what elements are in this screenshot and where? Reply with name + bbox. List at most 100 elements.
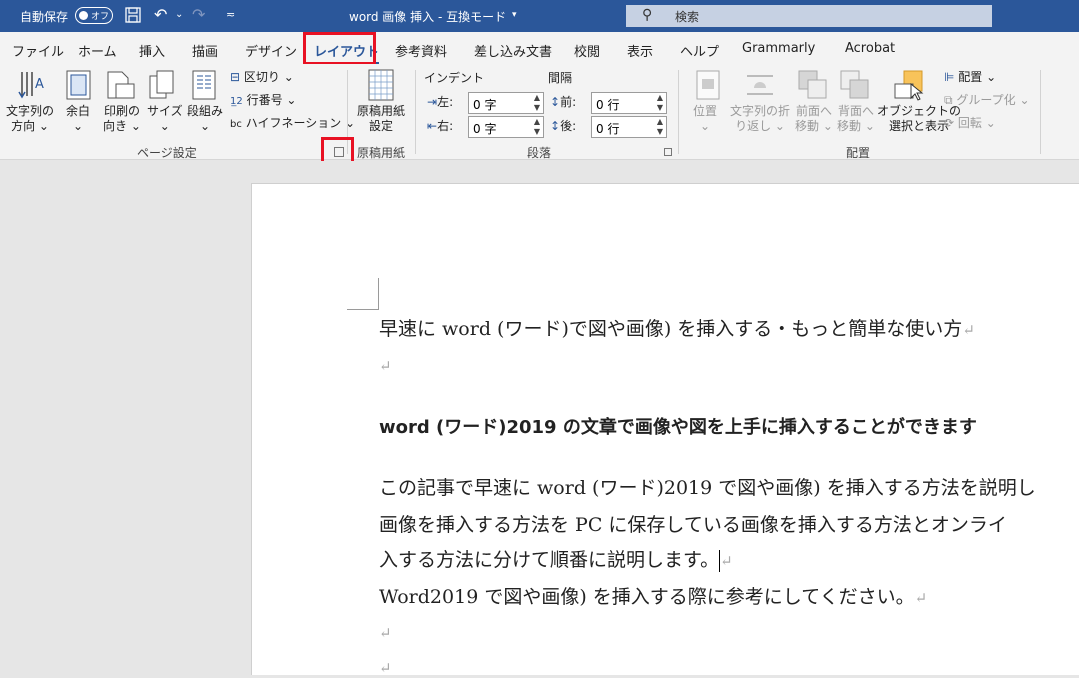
ribbon-tabs: ファイル ホーム 挿入 描画 デザイン レイアウト 参考資料 差し込み文書 校閲… <box>0 32 1079 65</box>
indent-left-label: ⇥左: <box>427 95 454 109</box>
bring-forward-label-2: 移動 <box>795 119 820 133</box>
line-numbers-label: 行番号 <box>246 93 283 107</box>
wrap-text-button[interactable]: 文字列の折 り返し ⌄ <box>730 104 790 134</box>
genko-settings-button[interactable]: 原稿用紙 設定 <box>357 104 405 134</box>
genko-label-2: 設定 <box>369 119 394 133</box>
spacing-after-field[interactable]: 0 行 ▲ ▼ <box>591 116 667 138</box>
orientation-icon <box>107 71 135 99</box>
search-placeholder: 検索 <box>675 10 700 24</box>
size-button[interactable]: サイズ ⌄ <box>147 104 183 134</box>
tab-view[interactable]: 表示 <box>627 41 653 60</box>
columns-icon <box>192 70 216 100</box>
spin-icon[interactable]: ▲ ▼ <box>657 117 663 137</box>
tab-grammarly[interactable]: Grammarly <box>742 41 815 56</box>
tab-acrobat[interactable]: Acrobat <box>845 41 895 56</box>
paragraph-mark: ↵ <box>379 659 392 677</box>
size-icon <box>149 70 174 99</box>
indent-left-icon: ⇥ <box>427 95 438 109</box>
spin-icon[interactable]: ▲ ▼ <box>534 93 540 113</box>
indent-right-icon: ⇤ <box>427 119 438 133</box>
tab-references[interactable]: 参考資料 <box>395 41 447 60</box>
position-icon <box>696 70 720 100</box>
search-icon: ⚲ <box>642 7 653 23</box>
paragraph-mark: ↵ <box>720 552 733 570</box>
document-title: word 画像 挿入 - 互換モード <box>349 10 507 24</box>
rotate-button[interactable]: ⟳ 回転 ⌄ <box>944 116 996 131</box>
line-numbers-icon: 1̲2 <box>230 96 243 107</box>
indent-label: インデント <box>424 71 485 85</box>
position-button[interactable]: 位置 ⌄ <box>693 104 717 134</box>
columns-button[interactable]: 段組み ⌄ <box>187 104 223 134</box>
bring-forward-button[interactable]: 前面へ 移動 ⌄ <box>795 104 833 134</box>
document-page[interactable]: 早速に word (ワード)で図や画像) を挿入する・もっと簡単な使い方↵ ↵ … <box>251 183 1079 677</box>
breaks-label: 区切り <box>243 70 280 84</box>
text-direction-button[interactable]: 文字列の 方向 ⌄ <box>6 104 54 134</box>
align-icon: ⊫ <box>944 70 955 84</box>
size-label: サイズ <box>147 104 183 118</box>
svg-text:A: A <box>35 77 44 92</box>
genko-icon <box>368 69 394 101</box>
undo-icon[interactable]: ↶ <box>154 6 167 24</box>
indent-right-label: ⇤右: <box>427 119 454 133</box>
send-backward-button[interactable]: 背面へ 移動 ⌄ <box>837 104 875 134</box>
rotate-label: 回転 <box>957 116 982 130</box>
hyphenation-button[interactable]: bc ハイフネーション ⌄ <box>230 116 355 132</box>
hyphenation-icon: bc <box>230 119 242 130</box>
group-separator <box>1040 70 1041 154</box>
title-dropdown-icon[interactable]: ▾ <box>512 10 517 20</box>
redo-icon[interactable]: ↷ <box>192 6 205 24</box>
ribbon-layout: A 文字列の 方向 ⌄ 余白 ⌄ 印刷の 向き ⌄ サイズ ⌄ 段組み ⌄ ⊟ … <box>0 64 1079 160</box>
rotate-icon: ⟳ <box>944 116 955 130</box>
spacing-before-icon: ↕ <box>550 95 561 109</box>
breaks-button[interactable]: ⊟ 区切り ⌄ <box>230 70 294 85</box>
group-separator <box>415 70 416 154</box>
group-label: グループ化 <box>956 93 1016 107</box>
tab-file[interactable]: ファイル <box>12 41 64 60</box>
autosave-toggle[interactable]: オフ <box>75 7 113 24</box>
wrap-text-icon <box>747 75 773 95</box>
spacing-label: 間隔 <box>548 71 573 85</box>
spin-icon[interactable]: ▲ ▼ <box>657 93 663 113</box>
tab-review[interactable]: 校閲 <box>574 41 600 60</box>
orientation-button[interactable]: 印刷の 向き ⌄ <box>103 104 141 134</box>
paragraph-mark: ↵ <box>962 321 975 339</box>
tab-design[interactable]: デザイン <box>245 41 297 60</box>
align-button[interactable]: ⊫ 配置 ⌄ <box>944 70 996 85</box>
spin-icon[interactable]: ▲ ▼ <box>534 117 540 137</box>
search-box[interactable]: ⚲ 検索 <box>626 5 992 27</box>
spacing-after-icon: ↕ <box>550 119 561 133</box>
spacing-before-label: ↕前: <box>550 95 577 109</box>
title-bar: 自動保存 オフ ↶ ⌄ ↷ ≂ word 画像 挿入 - 互換モード ▾ ⚲ 検… <box>0 0 1079 32</box>
doc-line-6: Word2019 で図や画像) を挿入する際に参考にしてください。↵ <box>379 586 928 608</box>
orientation-label-2: 向き <box>103 119 128 133</box>
tab-home[interactable]: ホーム <box>78 41 117 60</box>
undo-dropdown-icon[interactable]: ⌄ <box>175 6 183 24</box>
line-numbers-button[interactable]: 1̲2 行番号 ⌄ <box>230 93 296 109</box>
columns-label: 段組み <box>187 104 224 118</box>
breaks-icon: ⊟ <box>230 70 241 84</box>
wrap-text-label-1: 文字列の折 <box>730 104 791 118</box>
spacing-before-field[interactable]: 0 行 ▲ ▼ <box>591 92 667 114</box>
group-button[interactable]: ⧉ グループ化 ⌄ <box>944 93 1030 108</box>
margins-button[interactable]: 余白 ⌄ <box>66 104 90 134</box>
tab-draw[interactable]: 描画 <box>192 41 218 60</box>
indent-left-value: 0 字 <box>473 98 497 112</box>
selection-pane-icon <box>894 70 924 101</box>
doc-line-5: 入する方法に分けて順番に説明します。↵ <box>379 549 733 572</box>
indent-left-field[interactable]: 0 字 ▲ ▼ <box>468 92 544 114</box>
tab-mailings[interactable]: 差し込み文書 <box>474 41 552 60</box>
indent-right-field[interactable]: 0 字 ▲ ▼ <box>468 116 544 138</box>
tab-help[interactable]: ヘルプ <box>680 41 719 60</box>
genko-group-label: 原稿用紙 <box>357 146 406 160</box>
customize-toolbar-icon[interactable]: ≂ <box>226 6 235 24</box>
autosave-label: 自動保存 <box>20 10 69 24</box>
margins-label: 余白 <box>66 104 91 118</box>
paragraph-launcher-icon[interactable] <box>664 148 672 156</box>
autosave-state: オフ <box>91 12 110 22</box>
bring-forward-label-1: 前面へ <box>795 104 832 118</box>
hyphenation-label: ハイフネーション <box>245 116 342 130</box>
save-icon[interactable] <box>124 6 142 28</box>
doc-line-1: 早速に word (ワード)で図や画像) を挿入する・もっと簡単な使い方↵ <box>379 318 975 340</box>
tab-insert[interactable]: 挿入 <box>139 41 165 60</box>
layout-tab-highlight <box>303 32 376 65</box>
